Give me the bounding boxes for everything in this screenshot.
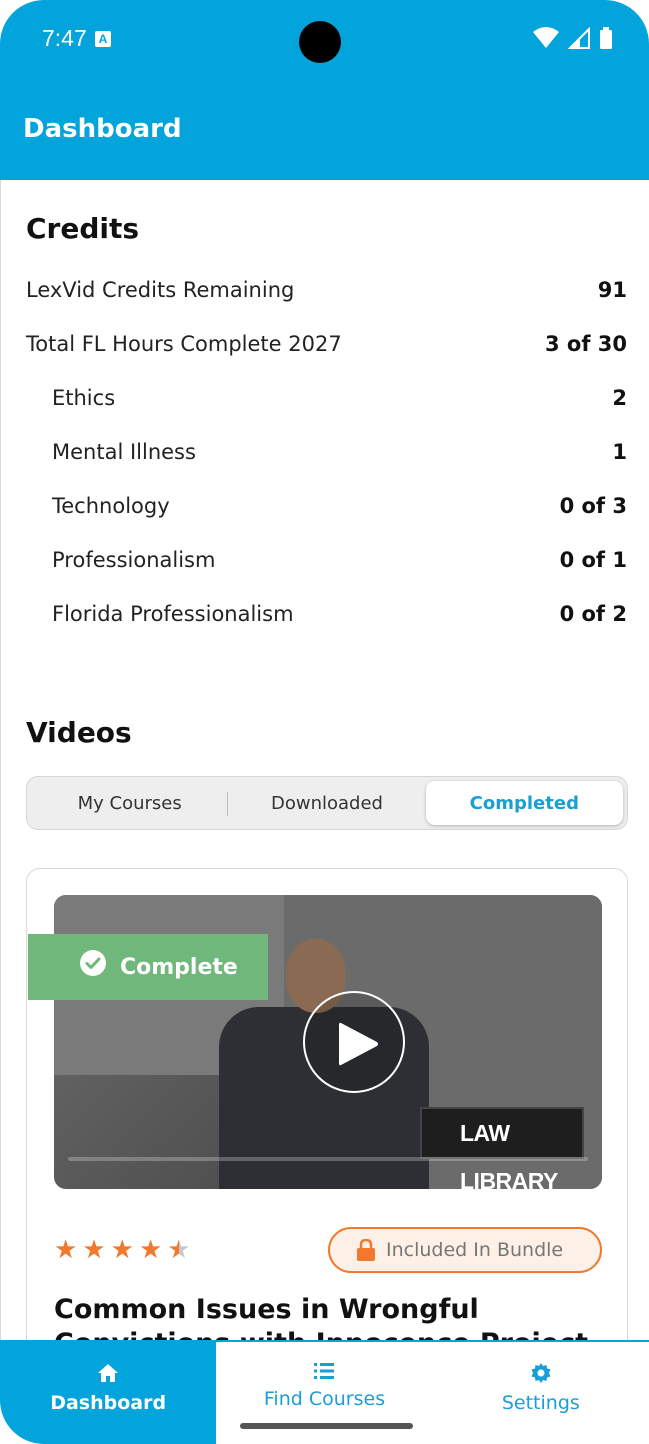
check-circle-icon [80, 950, 106, 976]
bundle-label: Included In Bundle [386, 1239, 564, 1261]
credit-label: Florida Professionalism [52, 602, 294, 626]
battery-icon [600, 27, 612, 49]
rating-stars: ★ ★ ★ ★ ★ [54, 1235, 196, 1265]
signal-icon [567, 27, 590, 49]
credit-label: Total FL Hours Complete 2027 [26, 332, 342, 356]
credit-label: Mental Illness [52, 440, 196, 464]
included-in-bundle-badge: Included In Bundle [328, 1227, 602, 1273]
credits-heading: Credits [26, 212, 140, 245]
credit-row-lexvid-remaining: LexVid Credits Remaining 91 [26, 270, 627, 310]
star-icon: ★ [138, 1235, 163, 1265]
tab-my-courses[interactable]: My Courses [31, 781, 229, 825]
nav-dashboard[interactable]: Dashboard [0, 1342, 217, 1444]
videos-tab-selector: My Courses Downloaded Completed [26, 776, 628, 830]
home-indicator[interactable] [240, 1423, 413, 1429]
tab-downloaded[interactable]: Downloaded [228, 781, 425, 825]
credit-row-technology: Technology 0 of 3 [52, 486, 627, 526]
credit-value: 0 of 2 [559, 602, 627, 626]
app-header: 7:47 A Dashboard [0, 0, 649, 180]
credit-value: 3 of 30 [544, 332, 627, 356]
law-library-sign: LAW LIBRARY [420, 1107, 584, 1189]
credit-value: 0 of 3 [559, 494, 627, 518]
credit-row-total-fl-hours: Total FL Hours Complete 2027 3 of 30 [26, 324, 627, 364]
nav-find-courses-label: Find Courses [263, 1388, 386, 1410]
status-icons [529, 27, 613, 49]
credit-label: Ethics [52, 386, 116, 410]
nav-settings[interactable]: Settings [433, 1342, 649, 1444]
credit-row-mental-illness: Mental Illness 1 [52, 432, 627, 472]
notification-a-icon: A [95, 31, 111, 47]
play-icon [339, 1022, 378, 1066]
tab-completed[interactable]: Completed [425, 781, 623, 825]
credit-row-professionalism: Professionalism 0 of 1 [52, 540, 627, 580]
camera-cutout [299, 21, 341, 63]
star-icon: ★ [110, 1235, 134, 1265]
credit-label: LexVid Credits Remaining [26, 278, 295, 302]
nav-dashboard-label: Dashboard [50, 1392, 167, 1414]
course-title[interactable]: Common Issues in Wrongful Convictions wi… [54, 1293, 614, 1340]
play-button[interactable] [303, 991, 405, 1093]
dashboard-content[interactable]: Credits LexVid Credits Remaining 91 Tota… [0, 180, 649, 1340]
credit-value: 91 [597, 278, 627, 302]
credit-value: 0 of 1 [559, 548, 627, 572]
nav-settings-label: Settings [501, 1392, 580, 1414]
credit-row-florida-professionalism: Florida Professionalism 0 of 2 [52, 594, 627, 634]
status-time: 7:47 [42, 25, 87, 51]
list-icon [314, 1363, 335, 1379]
videos-heading: Videos [26, 716, 132, 749]
lock-icon [357, 1239, 375, 1261]
phone-screen: 7:47 A Dashboard Credits LexVid Credits … [0, 0, 649, 1444]
credit-label: Technology [52, 494, 170, 518]
wifi-icon [532, 27, 559, 48]
course-card[interactable]: LAW LIBRARY Complete ★ ★ ★ ★ ★ Included … [26, 868, 628, 1340]
half-star-icon: ★ [167, 1235, 191, 1265]
credit-row-ethics: Ethics 2 [52, 378, 627, 418]
star-icon: ★ [54, 1235, 78, 1265]
page-title: Dashboard [23, 114, 182, 144]
credit-value: 1 [612, 440, 627, 464]
home-icon [98, 1364, 119, 1382]
credit-label: Professionalism [52, 548, 216, 572]
video-progress-track [68, 1157, 588, 1161]
complete-badge: Complete [28, 934, 268, 1000]
gear-icon [531, 1363, 551, 1383]
complete-badge-label: Complete [120, 954, 238, 980]
credit-value: 2 [612, 386, 627, 410]
star-icon: ★ [82, 1235, 106, 1265]
